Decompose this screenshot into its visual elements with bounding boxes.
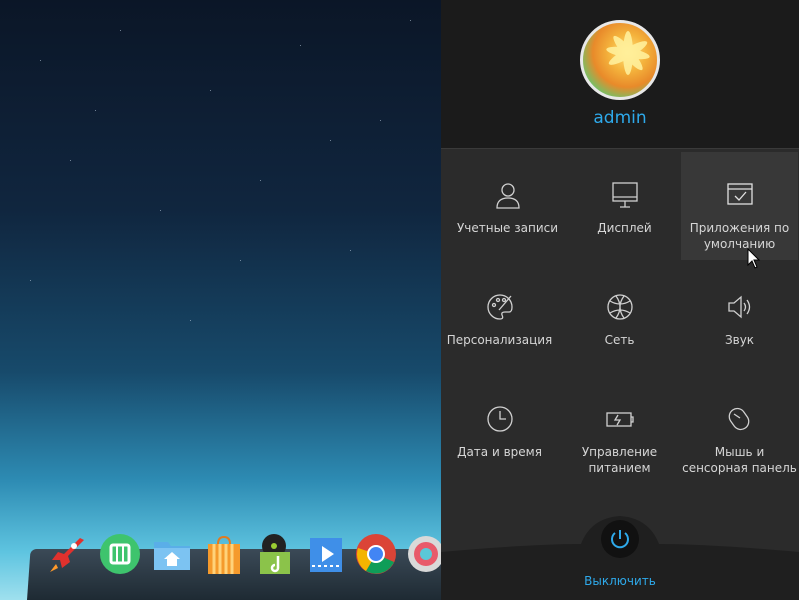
- tile-label: Дисплей: [597, 221, 652, 235]
- star: [70, 160, 71, 161]
- star: [350, 250, 351, 251]
- tile-label: Учетные записи: [456, 221, 559, 235]
- star: [30, 280, 31, 281]
- star: [410, 20, 411, 21]
- tile-label: Приложения по умолчанию: [689, 221, 790, 251]
- user-header: admin: [441, 0, 799, 149]
- chrome-icon[interactable]: [354, 532, 398, 576]
- star: [120, 30, 121, 31]
- tile-label: Персонализация: [446, 333, 553, 347]
- store-bag-icon[interactable]: [202, 532, 246, 576]
- tile-display[interactable]: Дисплей: [566, 152, 683, 260]
- globe-icon: [561, 292, 678, 322]
- mouse-icon: [681, 404, 798, 434]
- palette-icon: [441, 292, 558, 322]
- star: [300, 45, 301, 46]
- star: [380, 120, 381, 121]
- star: [190, 320, 191, 321]
- monitor-icon: [566, 180, 683, 210]
- tile-label: Звук: [724, 333, 755, 347]
- power-bar: Выключить: [441, 510, 799, 600]
- tile-network[interactable]: Сеть: [561, 264, 678, 372]
- star: [210, 90, 211, 91]
- username: admin: [593, 108, 647, 128]
- tile-label: Управление питанием: [581, 445, 658, 475]
- user-icon: [449, 180, 566, 210]
- tile-label: Дата и время: [457, 445, 542, 459]
- launcher-rocket-icon[interactable]: [46, 532, 90, 576]
- tile-default-apps[interactable]: Приложения по умолчанию: [681, 152, 798, 260]
- tile-sound[interactable]: Звук: [681, 264, 798, 372]
- star: [260, 180, 261, 181]
- star: [160, 210, 161, 211]
- tile-datetime[interactable]: Дата и время: [441, 376, 558, 484]
- tile-label: Мышь и сенсорная панель: [682, 445, 797, 475]
- star: [95, 110, 96, 111]
- star: [330, 140, 331, 141]
- tile-personalization[interactable]: Персонализация: [441, 264, 558, 372]
- video-icon[interactable]: [304, 532, 348, 576]
- battery-icon: [561, 404, 678, 434]
- tile-power-management[interactable]: Управление питанием: [561, 376, 678, 484]
- desktop-wallpaper[interactable]: [0, 0, 441, 600]
- control-center-panel: admin Учетные записи Дисплей Приложения …: [441, 0, 799, 600]
- star: [40, 60, 41, 61]
- speaker-icon: [681, 292, 798, 322]
- tile-mouse-touchpad[interactable]: Мышь и сенсорная панель: [681, 376, 798, 486]
- file-manager-icon[interactable]: [150, 532, 194, 576]
- avatar[interactable]: [580, 20, 660, 100]
- tile-label: Сеть: [604, 333, 635, 347]
- clock-icon: [441, 404, 558, 434]
- power-label[interactable]: Выключить: [441, 574, 799, 588]
- mouse-cursor-icon: [747, 247, 761, 274]
- music-icon[interactable]: [254, 532, 298, 576]
- star: [240, 260, 241, 261]
- power-button[interactable]: [601, 520, 639, 558]
- tile-accounts[interactable]: Учетные записи: [449, 152, 566, 260]
- default-apps-icon: [681, 180, 798, 210]
- appstore-icon[interactable]: [98, 532, 142, 576]
